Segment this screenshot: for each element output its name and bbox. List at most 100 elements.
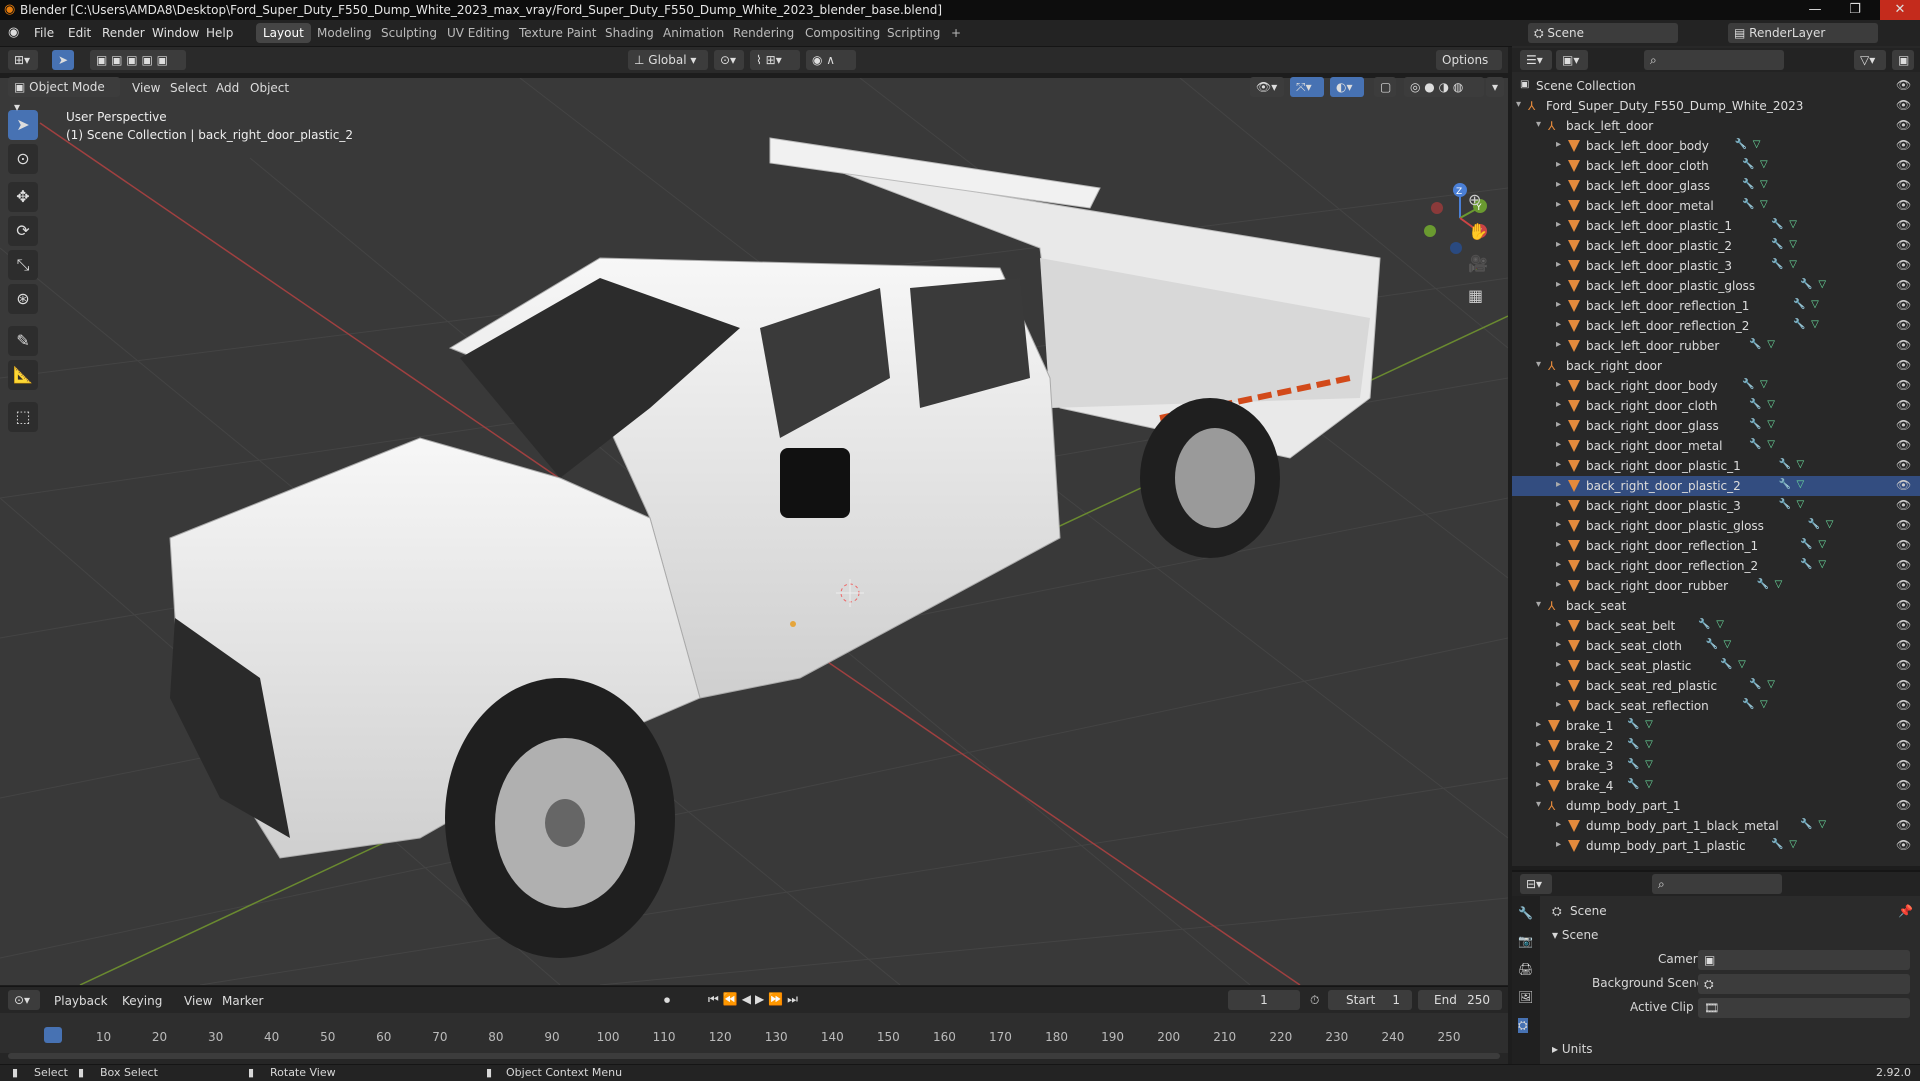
- eye-icon[interactable]: 👁: [1896, 238, 1911, 252]
- mesh-data-icon[interactable]: ▽: [1645, 779, 1653, 790]
- mesh-data-icon[interactable]: ▽: [1797, 479, 1805, 490]
- mesh-data-icon[interactable]: ▽: [1811, 299, 1819, 310]
- close-icon[interactable]: ✕: [1880, 0, 1920, 20]
- outliner-display-mode[interactable]: ▣▾: [1556, 50, 1588, 70]
- modifier-icon[interactable]: 🔧: [1808, 519, 1820, 530]
- playback-controls[interactable]: ⏮⏪◀▶⏩⏭: [708, 992, 802, 1007]
- eye-icon[interactable]: 👁: [1896, 758, 1911, 772]
- timeline-ruler[interactable]: 1102030405060708090100110120130140150160…: [0, 1013, 1508, 1053]
- modifier-icon[interactable]: 🔧: [1793, 299, 1805, 310]
- editor-type-button[interactable]: ⊞▾: [8, 50, 38, 70]
- visibility-dropdown[interactable]: 👁▾: [1250, 77, 1284, 97]
- eye-icon[interactable]: 👁: [1896, 258, 1911, 272]
- eye-icon[interactable]: 👁: [1896, 638, 1911, 652]
- outliner-search-input[interactable]: ⌕: [1644, 50, 1784, 70]
- mesh-data-icon[interactable]: ▽: [1767, 339, 1775, 350]
- eye-icon[interactable]: 👁: [1896, 118, 1911, 132]
- modifier-icon[interactable]: 🔧: [1742, 699, 1754, 710]
- expand-arrow-icon[interactable]: ▾: [1536, 599, 1541, 610]
- modifier-icon[interactable]: 🔧: [1779, 479, 1791, 490]
- mesh-data-icon[interactable]: ▽: [1645, 739, 1653, 750]
- modifier-icon[interactable]: 🔧: [1771, 259, 1783, 270]
- modifier-icon[interactable]: 🔧: [1771, 239, 1783, 250]
- transform-orientation-dropdown[interactable]: ⊥ Global ▾: [628, 50, 708, 70]
- modifier-icon[interactable]: 🔧: [1749, 339, 1761, 350]
- modifier-icon[interactable]: 🔧: [1771, 839, 1783, 850]
- outliner-row[interactable]: ▸ back_left_door_plastic_gloss 🔧 ▽ 👁: [1512, 276, 1920, 296]
- collapse-arrow-icon[interactable]: ▸: [1556, 839, 1561, 850]
- outliner-row[interactable]: ▸ back_right_door_plastic_2 🔧 ▽ 👁: [1512, 476, 1920, 496]
- mesh-data-icon[interactable]: ▽: [1767, 419, 1775, 430]
- maximize-icon[interactable]: ❐: [1840, 0, 1870, 20]
- outliner-row[interactable]: ▸ back_right_door_cloth 🔧 ▽ 👁: [1512, 396, 1920, 416]
- eye-icon[interactable]: 👁: [1896, 418, 1911, 432]
- tab-compositing[interactable]: Compositing: [798, 23, 887, 43]
- collapse-arrow-icon[interactable]: ▸: [1556, 319, 1561, 330]
- expand-arrow-icon[interactable]: ▾: [1536, 119, 1541, 130]
- mesh-data-icon[interactable]: ▽: [1760, 379, 1768, 390]
- start-frame-field[interactable]: Start 1: [1328, 990, 1412, 1010]
- view-layer-tab-icon[interactable]: 🖼: [1518, 990, 1533, 1004]
- eye-icon[interactable]: 👁: [1896, 798, 1911, 812]
- expand-arrow-icon[interactable]: ▾: [1516, 99, 1521, 110]
- eye-icon[interactable]: 👁: [1896, 318, 1911, 332]
- modifier-icon[interactable]: 🔧: [1771, 219, 1783, 230]
- outliner-row[interactable]: ▾ ⅄ dump_body_part_1 👁: [1512, 796, 1920, 816]
- minimize-icon[interactable]: —: [1800, 0, 1830, 20]
- mesh-data-icon[interactable]: ▽: [1767, 399, 1775, 410]
- properties-search-input[interactable]: ⌕: [1652, 874, 1782, 894]
- add-workspace-icon[interactable]: +: [944, 23, 968, 43]
- options-dropdown[interactable]: Options ▾: [1436, 50, 1502, 87]
- output-tab-icon[interactable]: 🖨: [1518, 962, 1533, 976]
- expand-arrow-icon[interactable]: ▾: [1536, 799, 1541, 810]
- eye-icon[interactable]: 👁: [1896, 778, 1911, 792]
- outliner-row[interactable]: ▸ back_seat_reflection 🔧 ▽ 👁: [1512, 696, 1920, 716]
- camera-field[interactable]: ▣: [1698, 950, 1910, 970]
- eye-icon[interactable]: 👁: [1896, 378, 1911, 392]
- mesh-data-icon[interactable]: ▽: [1797, 499, 1805, 510]
- outliner-row[interactable]: ▸ back_left_door_cloth 🔧 ▽ 👁: [1512, 156, 1920, 176]
- select-tool-mode-button[interactable]: ➤: [52, 50, 74, 70]
- eye-icon[interactable]: 👁: [1896, 138, 1911, 152]
- expand-arrow-icon[interactable]: ▾: [1536, 359, 1541, 370]
- collapse-arrow-icon[interactable]: ▸: [1556, 179, 1561, 190]
- outliner-row[interactable]: ▾ ⅄ back_right_door 👁: [1512, 356, 1920, 376]
- collapse-arrow-icon[interactable]: ▸: [1556, 499, 1561, 510]
- scale-tool-icon[interactable]: ⤡: [8, 250, 38, 280]
- modifier-icon[interactable]: 🔧: [1779, 459, 1791, 470]
- outliner-editor-type[interactable]: ☰▾: [1520, 50, 1552, 70]
- mesh-data-icon[interactable]: ▽: [1760, 159, 1768, 170]
- proportional-edit-button[interactable]: ◉ ∧: [806, 50, 856, 70]
- select-tool-icon[interactable]: ➤: [8, 110, 38, 140]
- eye-icon[interactable]: 👁: [1896, 178, 1911, 192]
- eye-icon[interactable]: 👁: [1896, 518, 1911, 532]
- tab-rendering[interactable]: Rendering: [726, 23, 801, 43]
- collapse-arrow-icon[interactable]: ▸: [1556, 559, 1561, 570]
- outliner-row[interactable]: ▸ brake_3 🔧 ▽ 👁: [1512, 756, 1920, 776]
- mesh-data-icon[interactable]: ▽: [1760, 699, 1768, 710]
- collapse-arrow-icon[interactable]: ▸: [1556, 239, 1561, 250]
- outliner-row[interactable]: ▸ brake_4 🔧 ▽ 👁: [1512, 776, 1920, 796]
- modifier-icon[interactable]: 🔧: [1793, 319, 1805, 330]
- move-tool-icon[interactable]: ✥: [8, 182, 38, 212]
- outliner-row[interactable]: ▸ back_left_door_metal 🔧 ▽ 👁: [1512, 196, 1920, 216]
- collapse-arrow-icon[interactable]: ▸: [1556, 659, 1561, 670]
- outliner-row[interactable]: ▸ back_right_door_reflection_1 🔧 ▽ 👁: [1512, 536, 1920, 556]
- eye-icon[interactable]: 👁: [1896, 478, 1911, 492]
- scene-tab-icon[interactable]: ⛭: [1518, 1018, 1528, 1033]
- modifier-icon[interactable]: 🔧: [1749, 439, 1761, 450]
- outliner-row[interactable]: ▸ back_seat_belt 🔧 ▽ 👁: [1512, 616, 1920, 636]
- eye-icon[interactable]: 👁: [1896, 838, 1911, 852]
- eye-icon[interactable]: 👁: [1896, 158, 1911, 172]
- mesh-data-icon[interactable]: ▽: [1789, 219, 1797, 230]
- collapse-arrow-icon[interactable]: ▸: [1556, 819, 1561, 830]
- outliner-root-row[interactable]: ▣ Scene Collection 👁: [1512, 76, 1920, 96]
- playhead-marker[interactable]: [44, 1027, 62, 1043]
- eye-icon[interactable]: 👁: [1896, 338, 1911, 352]
- modifier-icon[interactable]: 🔧: [1800, 279, 1812, 290]
- tab-modeling[interactable]: Modeling: [310, 23, 379, 43]
- outliner-filter-icon[interactable]: ▽▾: [1854, 50, 1886, 70]
- blender-menu-icon[interactable]: ◉: [8, 25, 19, 40]
- eye-icon[interactable]: 👁: [1896, 78, 1911, 92]
- outliner-row[interactable]: ▸ back_left_door_body 🔧 ▽ 👁: [1512, 136, 1920, 156]
